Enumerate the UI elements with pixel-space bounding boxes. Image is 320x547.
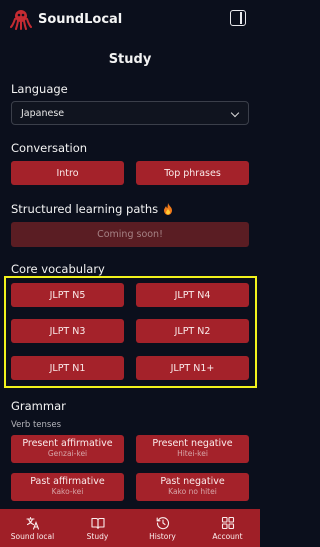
present-negative-button[interactable]: Present negative Hitei-kei bbox=[136, 435, 249, 463]
octopus-logo-icon bbox=[10, 10, 32, 30]
learning-paths-heading: Structured learning paths bbox=[11, 202, 173, 216]
language-select[interactable]: Japanese bbox=[11, 101, 249, 125]
nav-item-study[interactable]: Study bbox=[65, 509, 130, 547]
core-vocabulary-heading: Core vocabulary bbox=[11, 262, 105, 276]
translate-icon bbox=[25, 516, 39, 530]
language-select-value: Japanese bbox=[21, 107, 65, 119]
conversation-heading: Conversation bbox=[11, 141, 88, 155]
nav-label: Study bbox=[86, 531, 109, 541]
learning-paths-label: Structured learning paths bbox=[11, 202, 159, 216]
tense-subtitle: Kako no hitei bbox=[168, 487, 217, 497]
brand-name: SoundLocal bbox=[38, 11, 123, 27]
nav-label: Sound local bbox=[10, 531, 55, 541]
tense-subtitle: Kako-kei bbox=[51, 487, 84, 497]
history-icon bbox=[156, 516, 169, 529]
fire-icon bbox=[164, 203, 173, 215]
past-negative-button[interactable]: Past negative Kako no hitei bbox=[136, 473, 249, 501]
jlpt-n1-button[interactable]: JLPT N1 bbox=[11, 356, 124, 380]
chevron-down-icon bbox=[230, 108, 240, 118]
jlpt-n2-button[interactable]: JLPT N2 bbox=[136, 319, 249, 343]
top-bar: SoundLocal bbox=[0, 0, 260, 38]
page-title: Study bbox=[108, 52, 152, 67]
jlpt-n5-button[interactable]: JLPT N5 bbox=[11, 283, 124, 307]
sidebar-toggle-icon[interactable] bbox=[230, 10, 246, 26]
nav-item-sound-local[interactable]: Sound local bbox=[0, 509, 65, 547]
verb-tenses-label: Verb tenses bbox=[11, 420, 62, 430]
jlpt-n3-button[interactable]: JLPT N3 bbox=[11, 319, 124, 343]
present-affirmative-button[interactable]: Present affirmative Genzai-kei bbox=[11, 435, 124, 463]
past-affirmative-button[interactable]: Past affirmative Kako-kei bbox=[11, 473, 124, 501]
jlpt-n1-plus-button[interactable]: JLPT N1+ bbox=[136, 356, 249, 380]
language-heading: Language bbox=[11, 82, 68, 96]
tense-subtitle: Hitei-kei bbox=[177, 449, 208, 459]
intro-button[interactable]: Intro bbox=[11, 161, 124, 185]
coming-soon-button: Coming soon! bbox=[11, 222, 249, 247]
nav-item-history[interactable]: History bbox=[130, 509, 195, 547]
nav-label: History bbox=[149, 531, 176, 541]
grid-icon bbox=[221, 516, 234, 529]
nav-item-account[interactable]: Account bbox=[195, 509, 260, 547]
top-phrases-button[interactable]: Top phrases bbox=[136, 161, 249, 185]
nav-label: Account bbox=[212, 531, 243, 541]
jlpt-n4-button[interactable]: JLPT N4 bbox=[136, 283, 249, 307]
grammar-heading: Grammar bbox=[11, 399, 66, 413]
tense-subtitle: Genzai-kei bbox=[47, 449, 88, 459]
bottom-navigation: Sound local Study History Account bbox=[0, 509, 260, 547]
book-open-icon bbox=[90, 517, 105, 529]
